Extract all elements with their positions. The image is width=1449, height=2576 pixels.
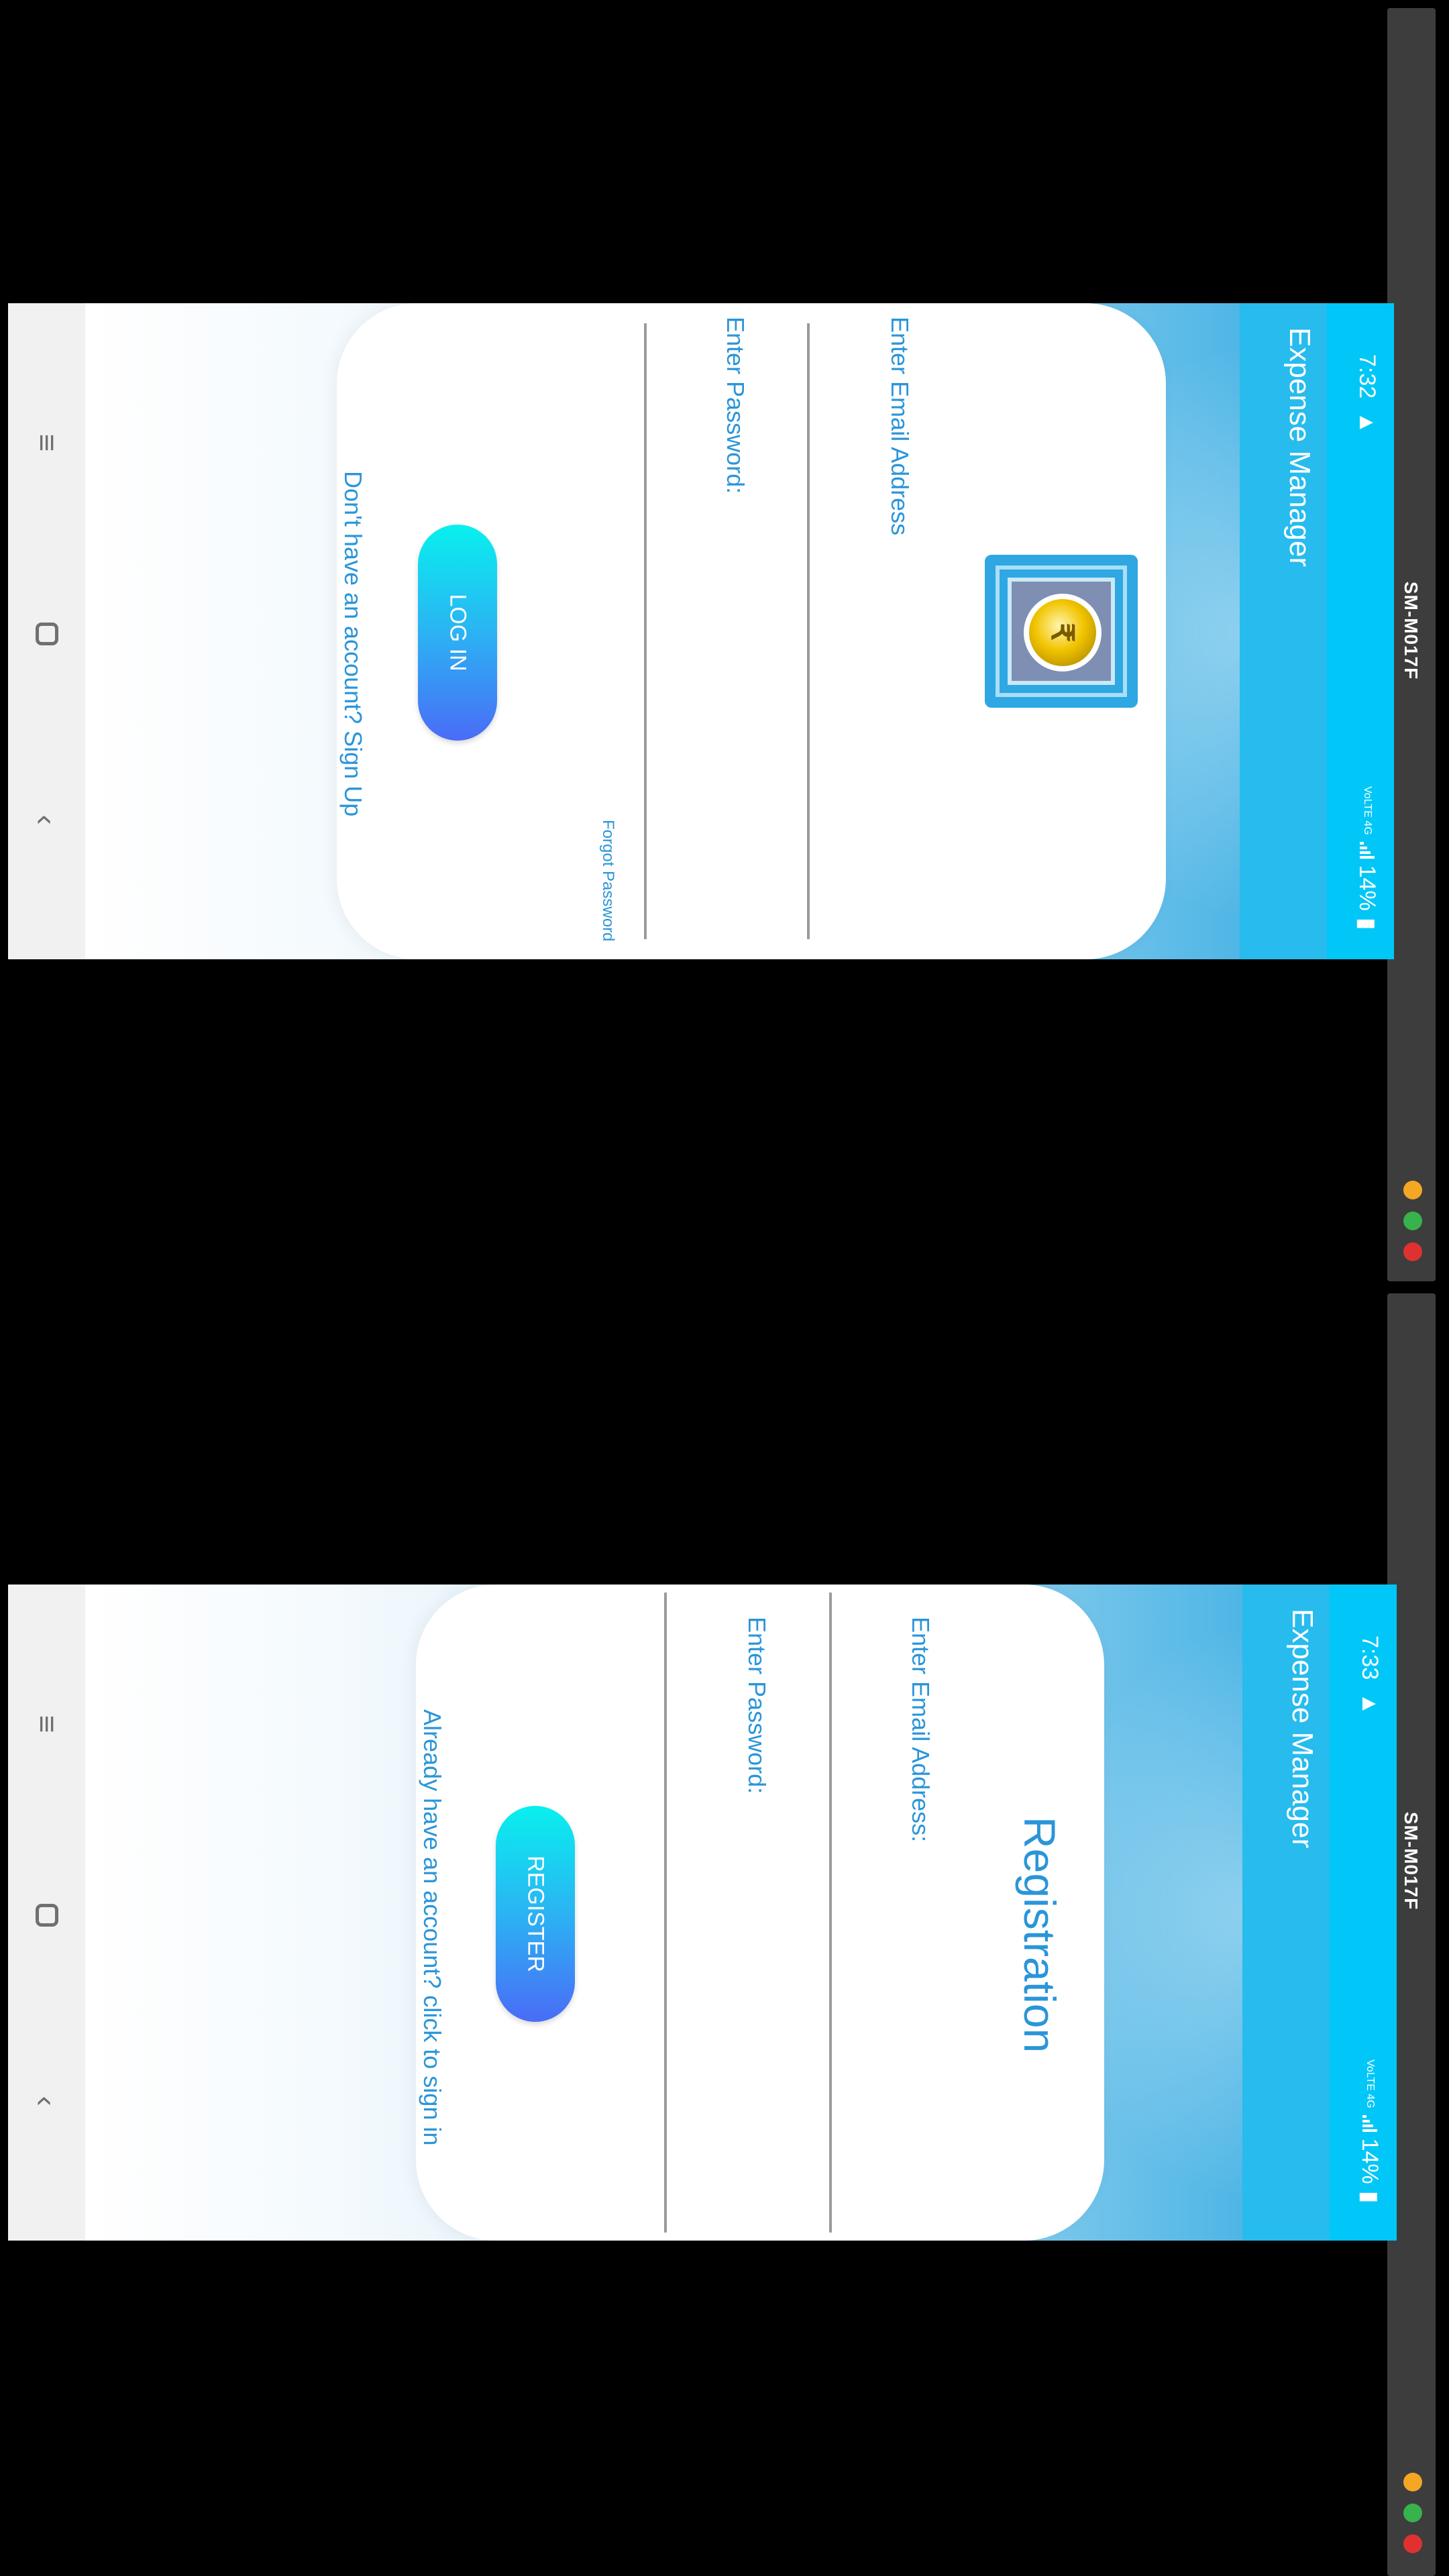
email-field[interactable] <box>829 1593 832 2233</box>
battery-text: 14% <box>1354 865 1380 911</box>
forgot-password-link[interactable]: Forgot Password <box>598 820 617 941</box>
signal-icon <box>1360 841 1375 859</box>
password-label: Enter Password: <box>722 317 749 494</box>
device-name: SM-M017F <box>1394 1787 1428 1935</box>
maximize-button[interactable] <box>1403 1212 1422 1230</box>
emulator-window-login: SM-M017F ≡ ‹ ₹ Enter Email Address Enter… <box>0 0 1449 1281</box>
home-nav-icon[interactable] <box>28 612 66 650</box>
login-screen: ≡ ‹ ₹ Enter Email Address Enter Password… <box>8 303 1394 959</box>
device-name: SM-M017F <box>1394 557 1428 704</box>
signup-link[interactable]: Don't have an account? Sign Up <box>339 471 367 816</box>
home-nav-icon[interactable] <box>28 1894 66 1931</box>
device-name-text: SM-M017F <box>1401 1811 1421 1911</box>
device-name-text: SM-M017F <box>1401 581 1421 680</box>
notification-icon: ▲ <box>1357 1693 1383 1715</box>
minimize-button[interactable] <box>1403 1181 1422 1199</box>
status-time-text: 7:32 <box>1354 354 1380 399</box>
status-time: 7:32 ▲ <box>1354 354 1381 434</box>
network-type: VoLTE 4G <box>1364 2059 1376 2108</box>
register-screen: ≡ ‹ Registration Enter Email Address: En… <box>8 1585 1397 2241</box>
register-button-label: REGISTER <box>523 1856 549 1972</box>
registration-title: Registration <box>1015 1817 1065 2053</box>
recents-nav-icon[interactable]: ‹ <box>28 801 66 839</box>
app-logo: ₹ <box>985 555 1138 708</box>
status-time: 7:33 ▲ <box>1356 1635 1383 1715</box>
login-button-label: LOG IN <box>445 594 471 672</box>
network-type: VoLTE 4G <box>1362 786 1373 835</box>
back-nav-icon[interactable]: ≡ <box>28 1705 66 1743</box>
minimize-button[interactable] <box>1403 2473 1422 2491</box>
password-field[interactable] <box>664 1593 667 2233</box>
app-title: Expense Manager <box>1283 327 1316 568</box>
system-nav-bar: ≡ ‹ <box>8 303 85 959</box>
system-nav-bar: ≡ ‹ <box>8 1585 85 2241</box>
battery-icon: ▮ <box>1357 2190 1383 2204</box>
password-label: Enter Password: <box>743 1617 771 1794</box>
notification-icon: ▲ <box>1354 411 1380 434</box>
signal-icon <box>1362 2114 1377 2132</box>
email-label: Enter Email Address: <box>907 1617 934 1843</box>
window-controls <box>1401 1181 1425 1273</box>
back-nav-icon[interactable]: ≡ <box>28 424 66 462</box>
status-icons: VoLTE 4G 14% ▮ <box>1354 786 1381 930</box>
email-field[interactable] <box>807 323 810 939</box>
battery-icon: ▮ <box>1354 917 1380 930</box>
register-button[interactable]: REGISTER <box>496 1806 575 2022</box>
email-label: Enter Email Address <box>886 317 914 536</box>
recents-nav-icon[interactable]: ‹ <box>28 2082 66 2120</box>
maximize-button[interactable] <box>1403 2504 1422 2522</box>
close-button[interactable] <box>1403 1242 1422 1261</box>
password-field[interactable] <box>644 323 647 939</box>
close-button[interactable] <box>1403 2534 1422 2553</box>
status-icons: VoLTE 4G 14% ▮ <box>1356 2059 1383 2203</box>
window-controls <box>1401 2473 1425 2565</box>
status-time-text: 7:33 <box>1357 1635 1383 1680</box>
signin-link[interactable]: Already have an account? click to sign i… <box>419 1709 446 2145</box>
login-button[interactable]: LOG IN <box>418 525 497 741</box>
battery-text: 14% <box>1357 2138 1383 2184</box>
app-title: Expense Manager <box>1286 1609 1319 1849</box>
